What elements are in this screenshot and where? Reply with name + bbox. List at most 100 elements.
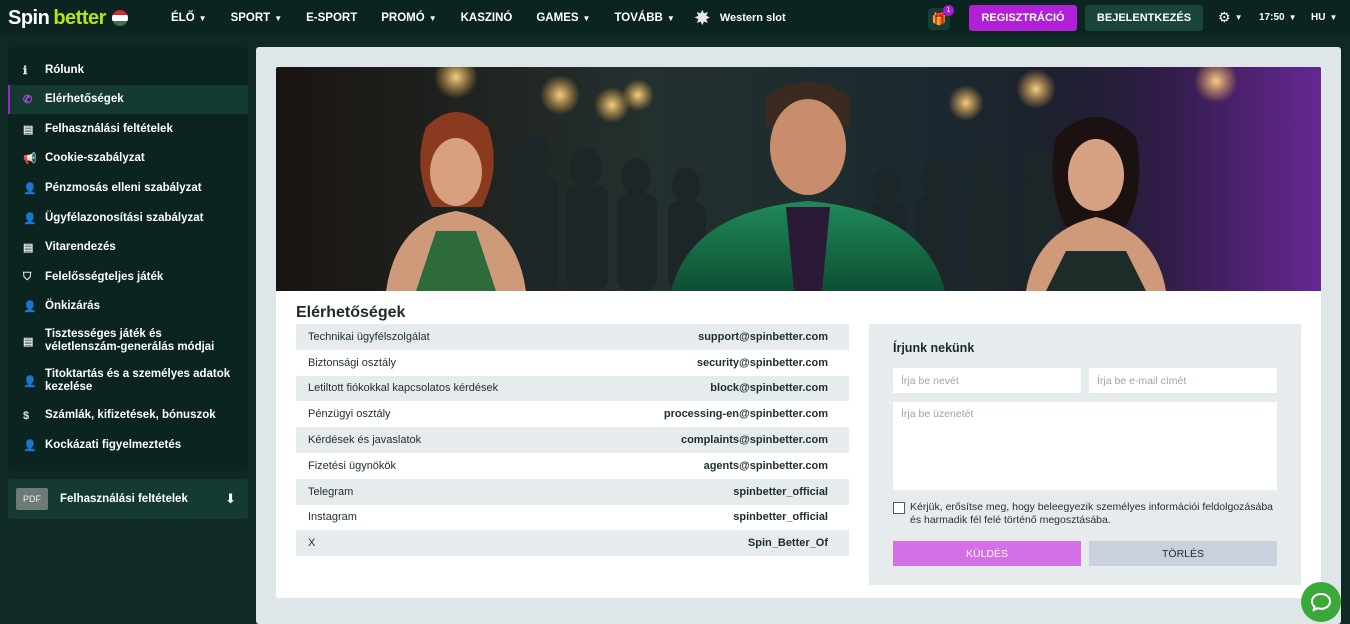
main-nav: ÉLŐ ▼ SPORT ▼ E-SPORT PROMÓ ▼ KASZINÓ GAMES… [171, 0, 786, 36]
chat-button[interactable] [1301, 582, 1341, 622]
sidebar-item[interactable]: 👤 Kockázati figyelmeztetés [8, 430, 248, 460]
nav-label: E-SPORT [306, 12, 358, 24]
table-row: Fizetési ügynökök agents@spinbetter.com [296, 453, 849, 479]
phone-icon: ✆ [23, 94, 33, 106]
gear-icon: ⚙ [1218, 9, 1231, 25]
top-bar: Spin better ÉLŐ ▼ SPORT ▼ E-SPORT PROMÓ ▼ K… [0, 0, 1350, 36]
sidebar-item[interactable]: ⛉ Felelősségteljes játék [8, 262, 248, 292]
sidebar-item-label: Cookie-szabályzat [45, 152, 145, 164]
contact-label: Fizetési ügynökök [308, 459, 397, 472]
user-icon: 👤 [23, 182, 37, 195]
login-button[interactable]: BEJELENTKEZÉS [1085, 5, 1203, 31]
table-row: Telegram spinbetter_official [296, 478, 849, 505]
clear-button[interactable]: TÖRLÉS [1089, 541, 1277, 566]
register-button[interactable]: REGISZTRÁCIÓ [969, 5, 1077, 31]
contacts-table: Technikai ügyfélszolgálat support@spinbet… [296, 324, 849, 557]
table-row: Kérdések és javaslatok complaints@spinbet… [296, 427, 849, 453]
sidebar-item-label: Önkizárás [45, 300, 100, 312]
nav-item-sport[interactable]: SPORT ▼ [231, 12, 283, 24]
language-text: HU [1311, 12, 1326, 23]
banner-illustration [386, 67, 1321, 291]
user-icon: 👤 [23, 375, 37, 388]
chevron-down-icon: ▼ [1329, 13, 1338, 22]
sidebar-item[interactable]: 👤 Titoktartás és a személyes adatok kezel… [8, 361, 248, 401]
chevron-down-icon: ▼ [274, 13, 283, 23]
message-textarea[interactable] [893, 402, 1277, 490]
language-selector[interactable]: HU ▼ [1311, 12, 1337, 23]
sidebar-item[interactable]: 📢 Cookie-szabályzat [8, 144, 248, 173]
nav-item-games[interactable]: GAMES ▼ [536, 12, 590, 24]
contact-value[interactable]: block@spinbetter.com [710, 382, 828, 394]
email-input[interactable] [1089, 368, 1277, 393]
contact-value[interactable]: security@spinbetter.com [697, 357, 828, 369]
nav-item-elo[interactable]: ÉLŐ ▼ [171, 12, 207, 24]
hungary-flag-icon [110, 9, 129, 27]
form-title: Írjunk nekünk [893, 341, 975, 355]
chevron-down-icon: ▼ [1288, 13, 1297, 22]
table-row: Technikai ügyfélszolgálat support@spinbet… [296, 324, 849, 350]
settings-button[interactable]: ⚙ ▼ [1218, 9, 1242, 26]
nav-label: KASZINÓ [460, 12, 513, 24]
sidebar-item-label: Rólunk [45, 63, 84, 76]
contact-label: X [308, 537, 316, 550]
sidebar: ℹ Rólunk ✆ Elérhetőségek ▤ Felhasználási felt… [8, 47, 248, 471]
send-button[interactable]: KÜLDÉS [893, 541, 1081, 566]
nav-item-tovabb[interactable]: TOVÁBB ▼ [614, 12, 674, 24]
pdf-download[interactable]: PDF Felhasználási feltételek ⬇ [8, 479, 248, 519]
contact-value[interactable]: spinbetter_official [733, 511, 828, 523]
name-input[interactable] [893, 368, 1081, 393]
chevron-down-icon: ▼ [198, 13, 207, 23]
contact-value[interactable]: agents@spinbetter.com [704, 460, 828, 472]
sidebar-item-label: Felhasználási feltételek [45, 122, 173, 135]
document-icon: ▤ [23, 242, 34, 254]
sidebar-item[interactable]: ▤ Vitarendezés [8, 233, 248, 262]
user-icon: 👤 [23, 212, 37, 225]
page-title: Elérhetőségek [296, 304, 406, 321]
sidebar-item[interactable]: 👤 Ügyfélazonosítási szabályzat [8, 203, 248, 233]
info-icon: ℹ [23, 64, 28, 77]
contact-label: Instagram [308, 511, 357, 524]
consent-text: Kérjük, erősítse meg, hogy beleegyezik s… [910, 501, 1274, 526]
sidebar-item-label: Elérhetőségek [45, 93, 124, 105]
pdf-icon: PDF [16, 488, 48, 510]
table-row: Biztonsági osztály security@spinbetter.co… [296, 350, 849, 376]
contact-value[interactable]: Spin_Better_Of [748, 537, 828, 549]
nav-item-promo[interactable]: PROMÓ ▼ [381, 12, 436, 24]
sidebar-item[interactable]: ✆ Elérhetőségek [8, 85, 248, 114]
nav-item-esport[interactable]: E-SPORT [306, 12, 357, 24]
shield-icon: ⛉ [23, 270, 32, 283]
nav-item-kaszino[interactable]: KASZINÓ [461, 12, 513, 24]
nav-label: ÉLŐ [171, 12, 195, 24]
contact-value[interactable]: support@spinbetter.com [698, 331, 828, 343]
slot-label: Western slot [719, 12, 786, 24]
contact-label: Telegram [308, 485, 354, 498]
sidebar-item[interactable]: ▤ Felhasználási feltételek [8, 114, 248, 144]
chat-bubble-icon [1310, 592, 1332, 612]
consent-checkbox[interactable] [893, 502, 905, 514]
sidebar-item[interactable]: 👤 Önkizárás [8, 292, 248, 321]
document-icon: ▤ [23, 123, 34, 136]
sheriff-star-icon: ✸ [694, 7, 710, 28]
download-icon[interactable]: ⬇ [225, 491, 236, 507]
sidebar-item[interactable]: 👤 Pénzmosás elleni szabályzat [8, 173, 248, 203]
clock[interactable]: 17:50 ▼ [1259, 12, 1297, 23]
nav-western-slot[interactable]: ✸ Western slot [695, 8, 786, 29]
chevron-down-icon: ▼ [666, 13, 675, 23]
chevron-down-icon: ▼ [582, 13, 591, 23]
gift-button[interactable]: 🎁 1 [928, 5, 954, 30]
sidebar-item[interactable]: ▤ Tisztességes játék és véletlenszám-gene… [8, 321, 248, 361]
pdf-label: Felhasználási feltételek [60, 493, 188, 505]
dollar-icon: $ [23, 409, 30, 422]
contact-value[interactable]: processing-en@spinbetter.com [664, 408, 828, 420]
megaphone-icon: 📢 [23, 153, 37, 165]
contact-form: Írjunk nekünk Kérjük, erősítse meg, hogy… [869, 324, 1301, 585]
table-row: Letiltott fiókokkal kapcsolatos kérdések… [296, 375, 849, 402]
sidebar-item[interactable]: $ Számlák, kifizetések, bónuszok [8, 401, 248, 430]
logo[interactable]: Spin better [8, 6, 129, 30]
contact-label: Technikai ügyfélszolgálat [308, 330, 430, 343]
logo-part-2: better [53, 6, 106, 29]
nav-label: SPORT [230, 12, 271, 24]
sidebar-item[interactable]: ℹ Rólunk [8, 55, 248, 85]
contact-value[interactable]: spinbetter_official [733, 486, 828, 498]
contact-value[interactable]: complaints@spinbetter.com [681, 434, 828, 446]
